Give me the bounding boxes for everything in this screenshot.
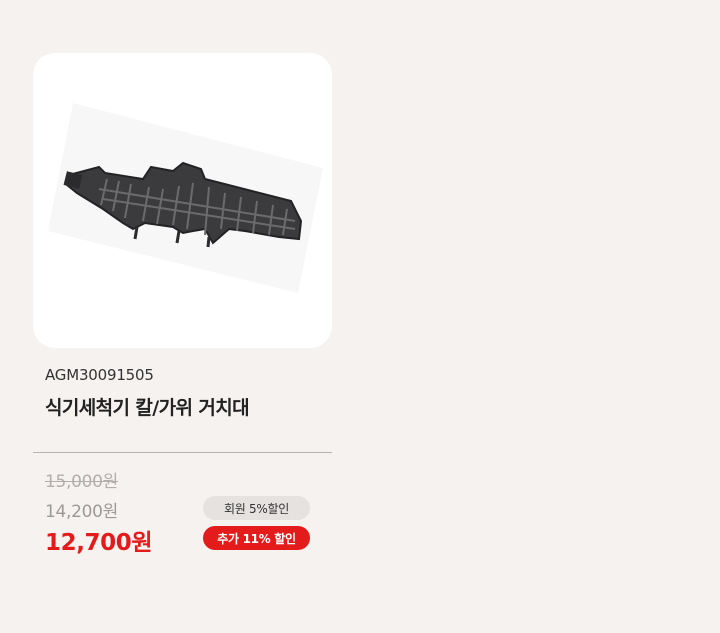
- original-price: 15,000원: [45, 472, 119, 492]
- final-price: 12,700원: [45, 530, 153, 556]
- product-image[interactable]: [33, 53, 332, 348]
- product-sku: AGM30091505: [45, 366, 154, 384]
- member-price: 14,200원: [45, 502, 119, 522]
- member-discount-badge: 회원 5%할인: [203, 496, 310, 520]
- product-image-graphic: [48, 103, 323, 293]
- divider: [33, 452, 332, 453]
- product-card[interactable]: AGM30091505 식기세척기 칼/가위 거치대 15,000원 14,20…: [33, 53, 332, 556]
- product-name[interactable]: 식기세척기 칼/가위 거치대: [45, 393, 250, 420]
- extra-discount-badge: 추가 11% 할인: [203, 526, 310, 550]
